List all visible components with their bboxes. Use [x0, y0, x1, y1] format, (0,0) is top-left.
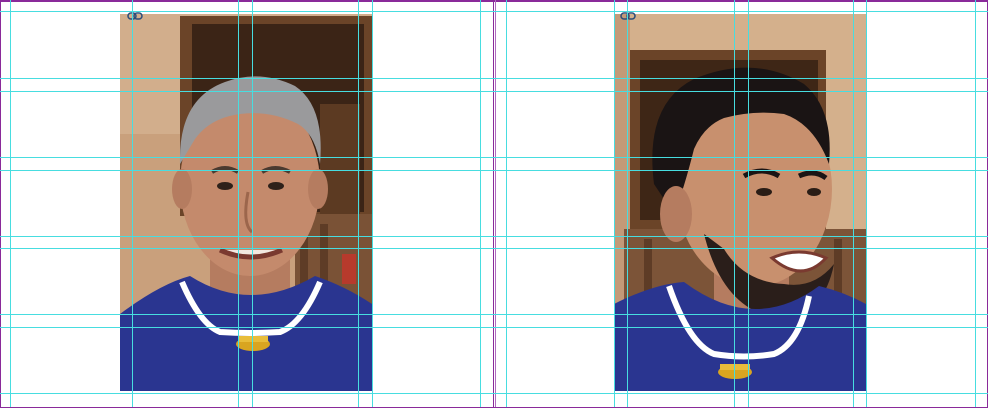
- young-man-photo: [614, 14, 866, 391]
- spread-spine: [493, 0, 494, 407]
- photo-frame-right[interactable]: [614, 14, 866, 391]
- link-chain-icon[interactable]: [620, 8, 636, 20]
- layout-canvas[interactable]: [0, 0, 988, 408]
- page-edge: [495, 0, 496, 407]
- photo-frame-left[interactable]: [120, 14, 372, 391]
- older-man-photo: [120, 14, 372, 391]
- link-chain-icon[interactable]: [127, 8, 143, 20]
